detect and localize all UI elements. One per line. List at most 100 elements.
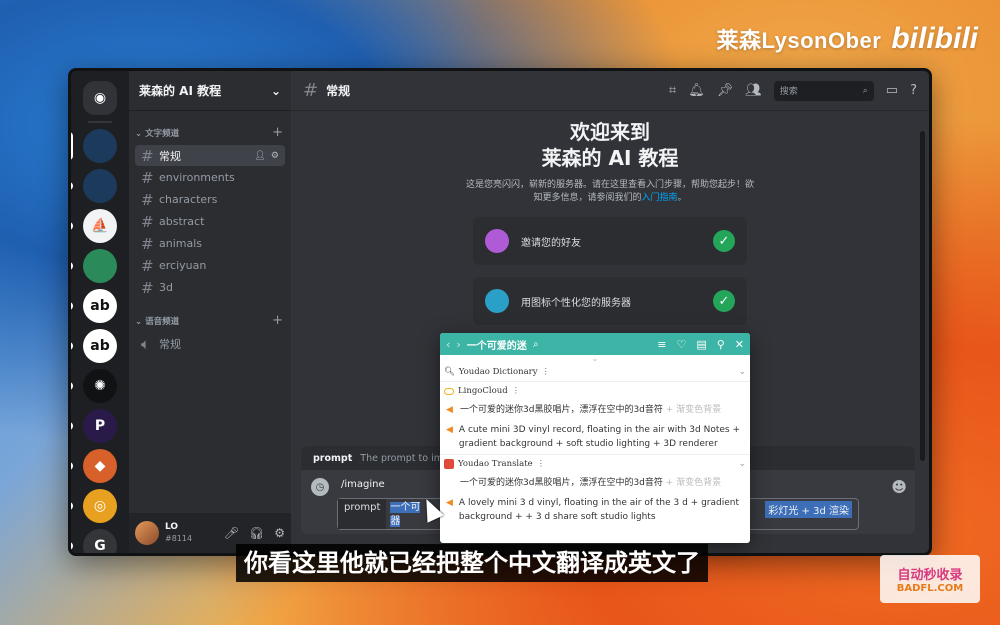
more-icon[interactable]: ⋮ xyxy=(542,367,551,377)
slash-command: /imagine xyxy=(341,479,385,490)
threads-icon[interactable]: ⌗ xyxy=(669,83,676,98)
channel-2[interactable]: # characters xyxy=(135,189,285,210)
lingocloud-icon xyxy=(444,387,454,395)
inbox-icon[interactable]: ▭ xyxy=(886,83,898,98)
gear-icon[interactable]: ⚙ xyxy=(271,151,279,161)
help-icon[interactable]: ? xyxy=(910,83,917,98)
channel-0[interactable]: # 常规 👤︎ ⚙ xyxy=(135,145,285,166)
speaker-icon[interactable]: ◀ xyxy=(446,496,453,524)
server-icon-server-11[interactable]: G xyxy=(71,529,117,553)
chevron-icon: ⌄ xyxy=(135,128,146,139)
server-icon-server-4[interactable] xyxy=(71,249,117,283)
headphones-icon[interactable]: 🎧︎ xyxy=(249,526,264,540)
guild-header[interactable]: 莱森的 AI 教程 ⌄ xyxy=(129,71,291,111)
guide-link[interactable]: 入门指南 xyxy=(641,193,677,203)
section-youdao-dictionary[interactable]: 🔍︎ Youdao Dictionary ⋮ ⌄ xyxy=(440,363,750,382)
add-member-icon[interactable]: 👤︎ xyxy=(254,151,265,161)
server-list: ◉ ⛵ ab ab ✺ P ◆ ◎ G xyxy=(71,71,129,553)
channel-6[interactable]: #3d xyxy=(135,277,285,298)
step-label: 用图标个性化您的服务器 xyxy=(521,297,631,309)
step-label: 邀请您的好友 xyxy=(521,237,581,249)
unread-pill xyxy=(71,502,73,510)
channel-3[interactable]: # abstract xyxy=(135,211,285,232)
server-icon-server-8[interactable]: P xyxy=(71,409,117,443)
prompt-value: 一个可 xyxy=(390,502,421,513)
server-icon-server-9[interactable]: ◆ xyxy=(71,449,117,483)
menu-icon[interactable]: ≡ xyxy=(657,338,666,351)
chevron-icon: ⌄ xyxy=(135,316,146,327)
more-icon[interactable]: ⋮ xyxy=(537,459,546,469)
server-icon-server-5[interactable]: ab xyxy=(71,289,117,323)
unread-pill xyxy=(71,382,73,390)
voice-channel-general[interactable]: 🔈︎ 常规 xyxy=(135,333,285,354)
hash-icon: # xyxy=(141,278,154,297)
scrollbar[interactable] xyxy=(920,131,925,461)
channel-5[interactable]: # erciyuan xyxy=(135,255,285,276)
section-youdao-translate[interactable]: Youdao Translate ⋮ ⌄ xyxy=(440,454,750,473)
members-icon[interactable]: 👥︎ xyxy=(745,83,762,98)
brush-icon xyxy=(485,289,509,313)
clock-icon[interactable]: ◷ xyxy=(311,478,329,496)
bell-icon[interactable]: 🔔︎ xyxy=(688,83,705,98)
username: LO xyxy=(165,522,179,532)
channel-topbar: # 常规 ⌗ 🔔︎ 📌︎ 👥︎ 搜索 ⌕ ▭ ? xyxy=(291,71,929,111)
section-title: LingoCloud xyxy=(458,386,508,396)
server-icon-server-1[interactable] xyxy=(71,129,117,163)
close-icon[interactable]: ✕ xyxy=(735,338,744,351)
avatar[interactable] xyxy=(135,521,159,545)
server-icon-server-2[interactable] xyxy=(71,169,117,203)
speaker-icon[interactable]: ◀ xyxy=(446,423,453,451)
hash-icon: # xyxy=(141,146,154,165)
speaker-icon: 🔈︎ xyxy=(141,334,151,353)
unread-pill xyxy=(71,342,73,350)
chevron-down-icon[interactable]: ⌄ xyxy=(440,355,750,363)
step-customize-icon[interactable]: 用图标个性化您的服务器 ✓ xyxy=(473,277,747,325)
notebook-icon[interactable]: ▤ xyxy=(696,338,706,351)
check-icon: ✓ xyxy=(713,230,735,252)
gear-icon[interactable]: ⚙ xyxy=(274,526,285,540)
channel-4[interactable]: # animals xyxy=(135,233,285,254)
chevron-down-icon[interactable]: ⌄ xyxy=(738,367,746,377)
create-channel-icon[interactable]: + xyxy=(272,125,283,140)
category-text[interactable]: ⌄ 文字频道 + xyxy=(129,111,291,144)
channel-label: animals xyxy=(159,237,203,250)
unread-pill xyxy=(71,302,73,310)
pin-icon[interactable]: ⚲ xyxy=(717,338,725,351)
channel-label: erciyuan xyxy=(159,259,207,272)
welcome-title-line1: 欢迎来到 xyxy=(570,120,650,144)
step-invite-friends[interactable]: 邀请您的好友 ✓ xyxy=(473,217,747,265)
server-icon-server-3[interactable]: ⛵ xyxy=(71,209,117,243)
emoji-icon[interactable]: ☻ xyxy=(891,478,907,496)
category-voice[interactable]: ⌄ 语音频道 + xyxy=(129,299,291,332)
heart-icon[interactable]: ♡ xyxy=(676,338,686,351)
search-input[interactable]: 搜索 ⌕ xyxy=(773,80,874,101)
server-icon-server-10[interactable]: ◎ xyxy=(71,489,117,523)
chevron-down-icon[interactable]: ⌄ xyxy=(738,459,746,469)
pin-icon[interactable]: 📌︎ xyxy=(717,83,734,98)
server-icon-discord-home[interactable]: ◉ xyxy=(83,81,117,115)
section-lingocloud[interactable]: LingoCloud ⋮ xyxy=(440,382,750,400)
mute-icon[interactable]: 🎤︎ xyxy=(224,526,239,540)
server-icon-server-7[interactable]: ✺ xyxy=(71,369,117,403)
popup-query[interactable]: 一个可爱的迷 xyxy=(467,337,527,352)
welcome-description: 这是您亮闪闪，崭新的服务器。请在这里查看入门步骤，帮助您起步！欲知更多信息，请参… xyxy=(465,179,755,205)
server-icon-server-6[interactable]: ab xyxy=(71,329,117,363)
server-separator xyxy=(88,121,112,123)
hash-icon: # xyxy=(141,168,154,187)
search-icon[interactable]: ⌕ xyxy=(533,339,539,350)
welcome-panel: 欢迎来到 莱森的 AI 教程 这是您亮闪闪，崭新的服务器。请在这里查看入门步骤，… xyxy=(291,119,929,325)
search-icon: ⌕ xyxy=(862,85,868,96)
create-channel-icon[interactable]: + xyxy=(272,313,283,328)
bilibili-logo: bilibili xyxy=(891,22,978,55)
more-icon[interactable]: ⋮ xyxy=(512,386,521,396)
user-tag: #8114 xyxy=(165,534,193,543)
channel-1[interactable]: # environments xyxy=(135,167,285,188)
source-text-fade: + 渐变色背景 xyxy=(662,478,722,488)
speaker-icon[interactable]: ◀ xyxy=(446,403,454,417)
forward-icon[interactable]: › xyxy=(456,338,460,351)
back-icon[interactable]: ‹ xyxy=(446,338,450,351)
unread-pill xyxy=(71,542,73,550)
video-subtitle: 你看这里他就已经把整个中文翻译成英文了 xyxy=(236,544,708,582)
unread-pill xyxy=(71,222,73,230)
channel-label: characters xyxy=(159,193,218,206)
